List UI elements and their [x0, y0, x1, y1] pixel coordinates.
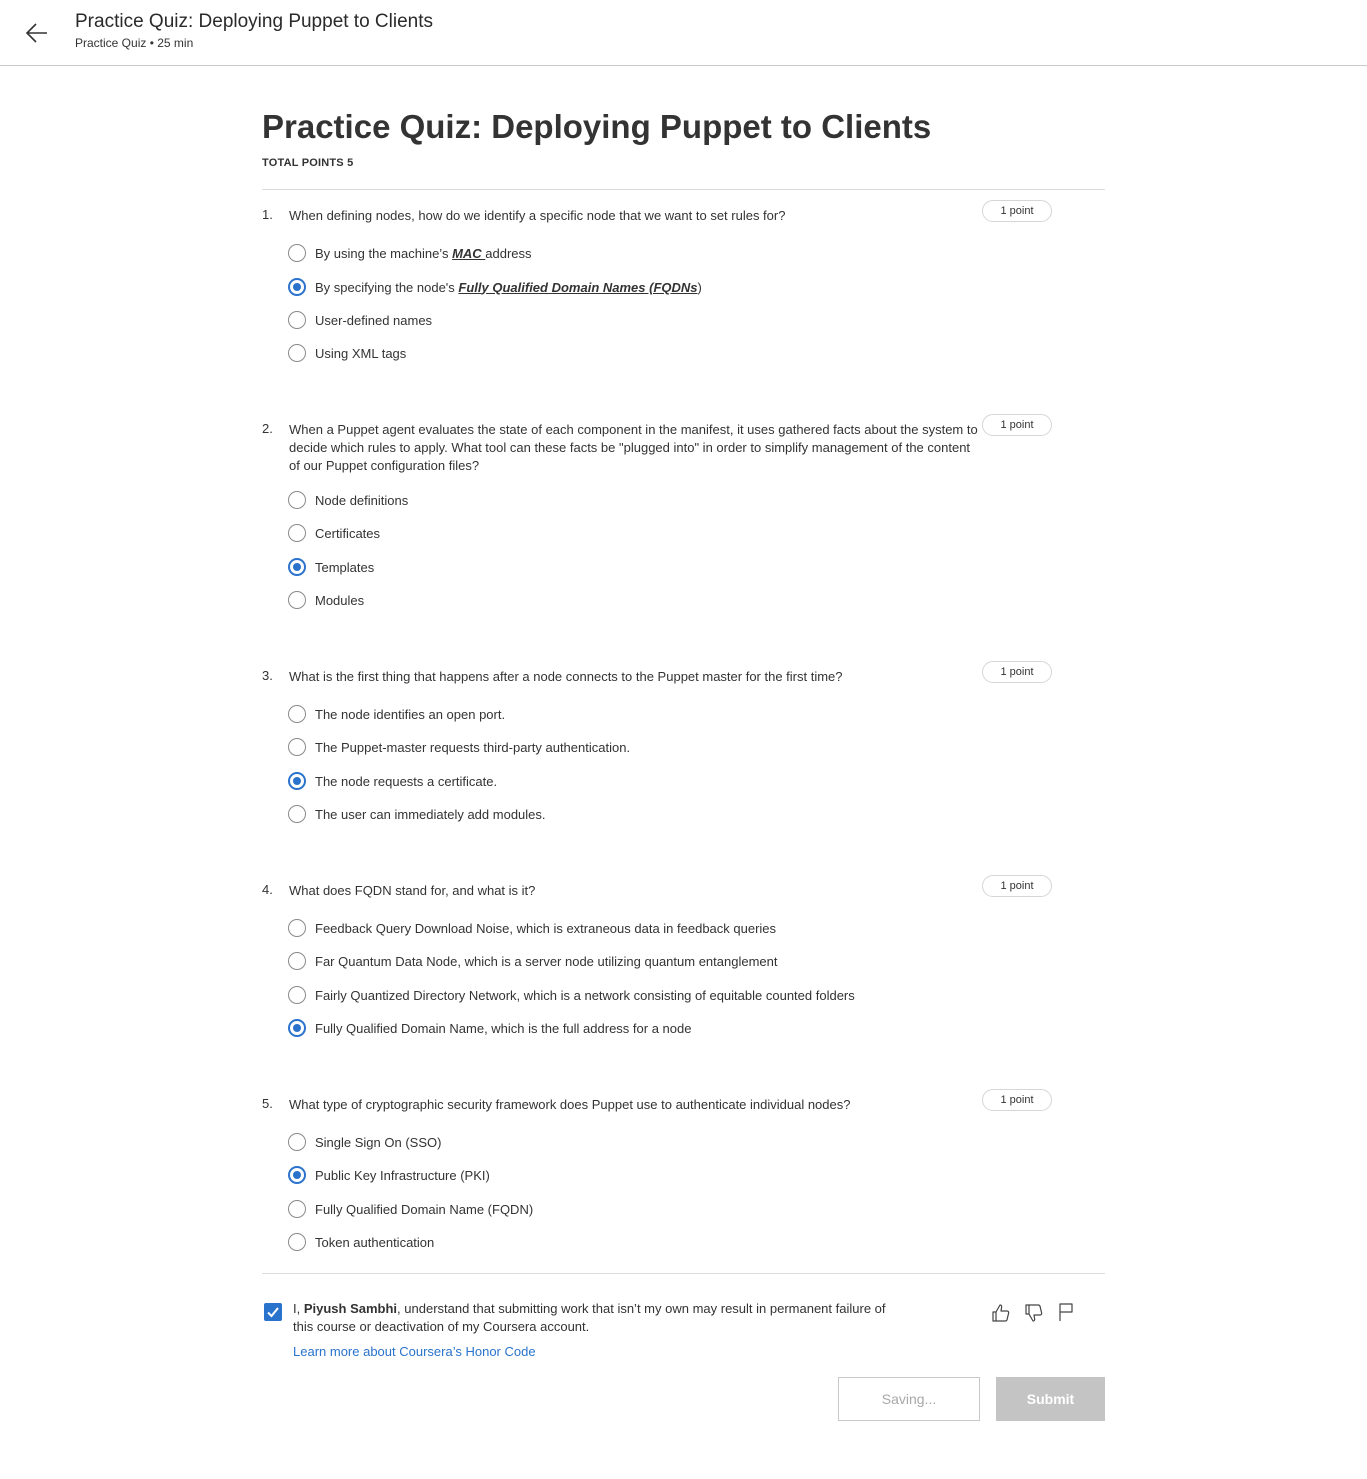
answer-option[interactable]: Single Sign On (SSO) [288, 1132, 441, 1152]
submit-button[interactable]: Submit [996, 1377, 1105, 1421]
option-label: By using the machine’s MAC address [315, 245, 532, 261]
learner-name: Piyush Sambhi [303, 1301, 398, 1316]
radio-button[interactable] [288, 986, 306, 1004]
page-title: Practice Quiz: Deploying Puppet to Clien… [262, 108, 932, 145]
option-label: Templates [315, 559, 375, 575]
option-label: User-defined names [315, 312, 433, 328]
question-text: What type of cryptographic security fram… [289, 1097, 851, 1112]
answer-option[interactable]: The Puppet-master requests third-party a… [288, 737, 630, 757]
honor-code-checkbox[interactable] [264, 1303, 282, 1321]
answer-option[interactable]: User-defined names [288, 310, 432, 330]
checkmark-icon [267, 1307, 279, 1318]
radio-button[interactable] [288, 1133, 306, 1151]
answer-option[interactable]: By using the machine’s MAC address [288, 243, 532, 263]
option-label: Feedback Query Download Noise, which is … [315, 920, 777, 936]
option-label: The user can immediately add modules. [315, 806, 546, 822]
answer-option[interactable]: Fully Qualified Domain Name (FQDN) [288, 1199, 533, 1219]
radio-button[interactable] [288, 1019, 306, 1037]
points-badge: 1 point [982, 875, 1052, 897]
option-label: Fairly Quantized Directory Network, whic… [315, 987, 855, 1003]
radio-button[interactable] [288, 1200, 306, 1218]
radio-button[interactable] [288, 558, 306, 576]
option-label: Node definitions [315, 492, 409, 508]
flag-button[interactable] [1055, 1301, 1077, 1323]
answer-option[interactable]: The node identifies an open port. [288, 704, 505, 724]
option-label: The node identifies an open port. [315, 706, 506, 722]
question-number: 3. [262, 668, 273, 683]
question-text: When defining nodes, how do we identify … [289, 208, 786, 223]
divider [262, 189, 1105, 190]
divider [262, 1273, 1105, 1274]
radio-button[interactable] [288, 491, 306, 509]
honor-code-statement: I, Piyush Sambhi, understand that submit… [293, 1301, 886, 1334]
points-badge: 1 point [982, 661, 1052, 683]
radio-button[interactable] [288, 244, 306, 262]
answer-option[interactable]: The user can immediately add modules. [288, 804, 546, 824]
radio-button[interactable] [288, 919, 306, 937]
thumbs-down-button[interactable] [1023, 1302, 1045, 1324]
question-number: 5. [262, 1096, 273, 1111]
answer-option[interactable]: Feedback Query Download Noise, which is … [288, 918, 776, 938]
radio-button[interactable] [288, 278, 306, 296]
option-label: Public Key Infrastructure (PKI) [315, 1167, 490, 1183]
header-subtitle: Practice Quiz • 25 min [75, 36, 194, 50]
option-label: Certificates [315, 525, 381, 541]
header-title: Practice Quiz: Deploying Puppet to Clien… [75, 11, 434, 32]
radio-button[interactable] [288, 311, 306, 329]
option-label: The node requests a certificate. [315, 773, 498, 789]
answer-option[interactable]: Node definitions [288, 490, 408, 510]
option-label: Modules [315, 592, 365, 608]
option-label: By specifying the node's Fully Qualified… [315, 279, 702, 295]
answer-option[interactable]: By specifying the node's Fully Qualified… [288, 277, 702, 297]
question-text: What does FQDN stand for, and what is it… [289, 883, 536, 898]
points-badge: 1 point [982, 414, 1052, 436]
option-label: Using XML tags [315, 345, 407, 361]
thumbs-down-icon [1025, 1304, 1043, 1322]
points-badge: 1 point [982, 200, 1052, 222]
option-label: Single Sign On (SSO) [315, 1134, 442, 1150]
radio-button[interactable] [288, 524, 306, 542]
answer-option[interactable]: Fully Qualified Domain Name, which is th… [288, 1018, 691, 1038]
option-label: Token authentication [315, 1234, 435, 1250]
answer-option[interactable]: Public Key Infrastructure (PKI) [288, 1165, 490, 1185]
option-label: Fully Qualified Domain Name (FQDN) [315, 1201, 534, 1217]
answer-option[interactable]: Templates [288, 557, 374, 577]
points-badge: 1 point [982, 1089, 1052, 1111]
radio-button[interactable] [288, 805, 306, 823]
radio-button[interactable] [288, 705, 306, 723]
radio-button[interactable] [288, 344, 306, 362]
arrow-left-icon [25, 23, 47, 43]
radio-button[interactable] [288, 772, 306, 790]
question-text: When a Puppet agent evaluates the state … [289, 422, 978, 473]
option-label: The Puppet-master requests third-party a… [315, 739, 631, 755]
top-bar: Practice Quiz: Deploying Puppet to Clien… [0, 0, 1367, 66]
answer-option[interactable]: Certificates [288, 523, 380, 543]
question-number: 1. [262, 207, 273, 222]
radio-button[interactable] [288, 591, 306, 609]
question-number: 4. [262, 882, 273, 897]
flag-icon [1059, 1303, 1073, 1321]
question-number: 2. [262, 421, 273, 436]
radio-button[interactable] [288, 1233, 306, 1251]
back-button[interactable] [22, 18, 52, 48]
honor-code-link[interactable]: Learn more about Coursera’s Honor Code [293, 1344, 536, 1359]
answer-option[interactable]: Modules [288, 590, 364, 610]
answer-option[interactable]: Far Quantum Data Node, which is a server… [288, 951, 777, 971]
answer-option[interactable]: Fairly Quantized Directory Network, whic… [288, 985, 855, 1005]
total-points: TOTAL POINTS 5 [262, 157, 354, 169]
answer-option[interactable]: Using XML tags [288, 343, 406, 363]
radio-button[interactable] [288, 1166, 306, 1184]
thumbs-up-icon [992, 1304, 1010, 1322]
radio-button[interactable] [288, 952, 306, 970]
thumbs-up-button[interactable] [990, 1302, 1012, 1324]
answer-option[interactable]: Token authentication [288, 1232, 434, 1252]
question-text: What is the first thing that happens aft… [289, 669, 843, 684]
answer-option[interactable]: The node requests a certificate. [288, 771, 497, 791]
saving-button[interactable]: Saving... [838, 1377, 980, 1421]
option-label: Far Quantum Data Node, which is a server… [315, 953, 778, 969]
radio-button[interactable] [288, 738, 306, 756]
option-label: Fully Qualified Domain Name, which is th… [315, 1020, 692, 1036]
